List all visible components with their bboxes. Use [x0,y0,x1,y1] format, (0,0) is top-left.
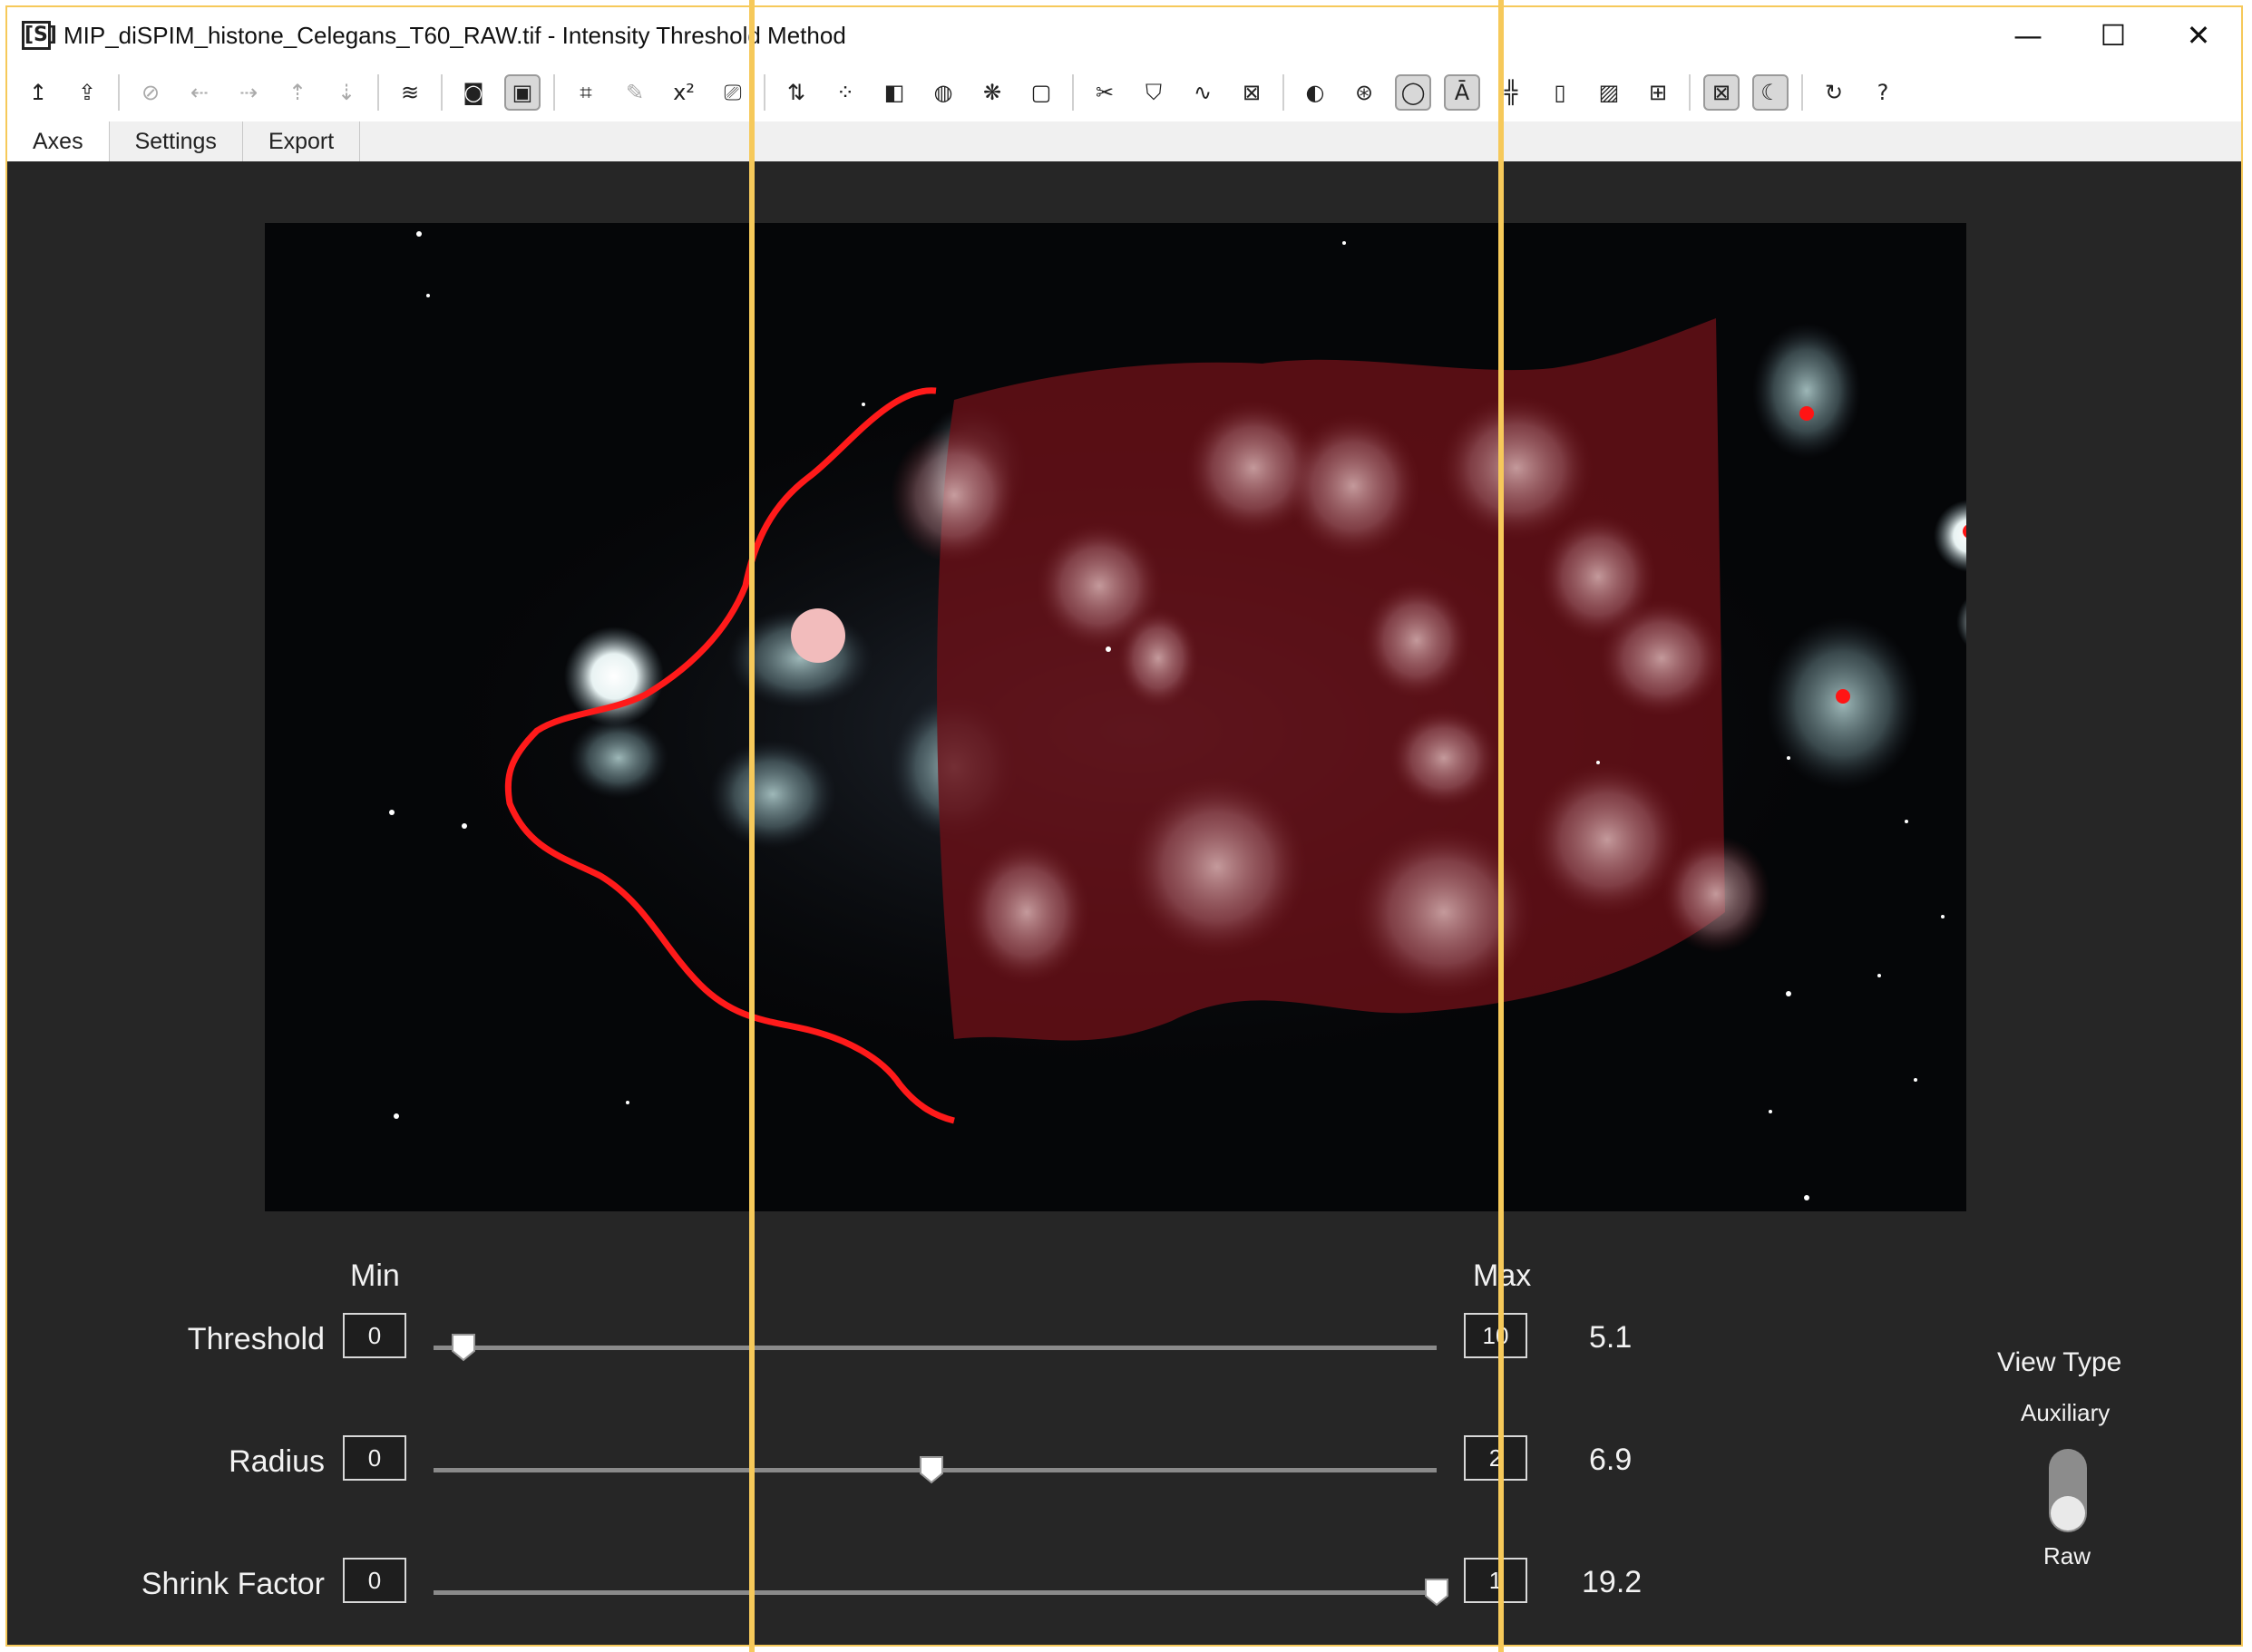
compass-icon[interactable]: ⊘ [132,74,169,111]
marker-dot [1836,689,1850,704]
app-window: [S] MIP_diSPIM_histone_Celegans_T60_RAW.… [5,5,2243,1647]
image-canvas [265,223,1966,1211]
main-panel: Min Max Threshold 0 10 5.1 Radius 0 2 6.… [7,161,2241,1645]
toolbar: ↥ ⇪ ⊘ ⇠ ⇢ ⇡ ⇣ ≋ ◙ ▣ ⌗ ✎ x² ⎚ ⇅ ⁘ ◧ ◍ ❋ ▢ ✂ ⛉ ∿ ⊠ ◐ ⊛ ◯ Ā ╬ ▯ ▨ ⊞ ⊠ ☾ ↻? [7,63,2241,121]
view-type-raw-label: Raw [2043,1542,2091,1569]
window-title: MIP_diSPIM_histone_Celegans_T60_RAW.tif … [63,21,846,49]
microscopy-image[interactable] [265,223,1966,1211]
marker-dot [1799,406,1814,421]
toolbar-separator [764,74,765,111]
threshold-max-field[interactable]: 10 [1464,1313,1527,1358]
view-type-title: View Type [1997,1347,2122,1377]
tab-export[interactable]: Export [243,121,361,161]
title-bar: [S] MIP_diSPIM_histone_Celegans_T60_RAW.… [7,7,2241,63]
moon-icon[interactable]: ☾ [1752,74,1789,111]
vertical-stretch-icon[interactable]: ⇣ [328,74,365,111]
upload-icon[interactable]: ↥ [20,74,56,111]
view-type-toggle[interactable] [2049,1449,2087,1532]
guide-line-right [1498,0,1504,1652]
toolbar-separator [377,74,379,111]
tab-axes[interactable]: Axes [7,121,110,161]
scatter-icon[interactable]: ⁘ [827,74,863,111]
stamp-icon[interactable]: ⊠ [1233,74,1270,111]
power-icon[interactable]: x² [666,74,702,111]
tab-settings[interactable]: Settings [110,121,243,161]
boundary-icon[interactable]: ▢ [1023,74,1059,111]
shrink-value: 19.2 [1582,1565,1643,1599]
horizontal-stretch-icon[interactable]: ⇢ [230,74,267,111]
split-icon[interactable]: ◧ [876,74,912,111]
window-controls: — ☐ ✕ [1985,7,2241,63]
slider-thumb-icon [1425,1579,1448,1607]
toolbar-separator [1801,74,1803,111]
refresh-icon[interactable]: ↻ [1816,74,1852,111]
brain-icon[interactable]: ❋ [974,74,1010,111]
threshold-min-field[interactable]: 0 [343,1313,406,1358]
adjust-icon[interactable]: ⎚ [715,74,751,111]
shrink-factor-label: Shrink Factor [141,1567,325,1601]
image-icon[interactable]: ▨ [1591,74,1627,111]
rotate-icon[interactable]: ◍ [925,74,961,111]
minimize-button[interactable]: — [1985,7,2071,63]
bracket-icon[interactable]: ▯ [1542,74,1578,111]
toolbar-separator [118,74,120,111]
tools-icon[interactable]: ✂ [1087,74,1123,111]
help-icon[interactable]: ? [1865,74,1901,111]
shrink-min-field[interactable]: 0 [343,1558,406,1603]
threshold-slider-track[interactable] [434,1346,1437,1350]
close-button[interactable]: ✕ [2156,7,2241,63]
toggle-knob [2051,1496,2085,1531]
grid-icon[interactable]: ⊞ [1640,74,1676,111]
toolbar-separator [1282,74,1284,111]
threshold-label: Threshold [187,1322,325,1356]
layers-icon[interactable]: ≋ [392,74,428,111]
threshold-value: 5.1 [1589,1320,1633,1355]
toolbar-separator [441,74,443,111]
radius-min-field[interactable]: 0 [343,1435,406,1481]
palette-icon[interactable]: ◐ [1297,74,1333,111]
signal-icon[interactable]: ∿ [1184,74,1221,111]
toolbar-separator [1072,74,1074,111]
shrink-max-field[interactable]: 1 [1464,1558,1527,1603]
horizontal-flip-icon[interactable]: ⇠ [181,74,218,111]
export-icon[interactable]: ⇪ [69,74,105,111]
text-select-icon[interactable]: Ā [1444,74,1480,111]
sort-icon[interactable]: ⇅ [778,74,814,111]
venn-icon[interactable]: ⊛ [1346,74,1382,111]
radius-label: Radius [229,1444,325,1479]
guide-line-left [749,0,755,1652]
app-icon: [S] [22,21,57,50]
min-header: Min [350,1258,400,1293]
close-box-icon[interactable]: ⊠ [1703,74,1740,111]
toolbar-separator [553,74,555,111]
tab-bar: Axes Settings Export [7,121,2241,162]
radius-value: 6.9 [1589,1443,1633,1477]
maximize-button[interactable]: ☐ [2071,7,2156,63]
frame-icon[interactable]: ◙ [455,74,492,111]
radius-max-field[interactable]: 2 [1464,1435,1527,1481]
pen-icon[interactable]: ✎ [617,74,653,111]
view-type-auxiliary-label: Auxiliary [2021,1399,2111,1426]
shrink-slider-track[interactable] [434,1590,1437,1595]
circle-select-icon[interactable]: ◯ [1395,74,1431,111]
slider-thumb-icon [919,1456,943,1484]
toolbar-separator [1689,74,1691,111]
slider-thumb-icon [452,1334,476,1362]
nucleus [564,627,664,726]
shield-icon[interactable]: ⛉ [1136,74,1172,111]
frame-select-icon[interactable]: ▣ [504,74,541,111]
crop-icon[interactable]: ⌗ [568,74,604,111]
vertical-flip-icon[interactable]: ⇡ [279,74,316,111]
